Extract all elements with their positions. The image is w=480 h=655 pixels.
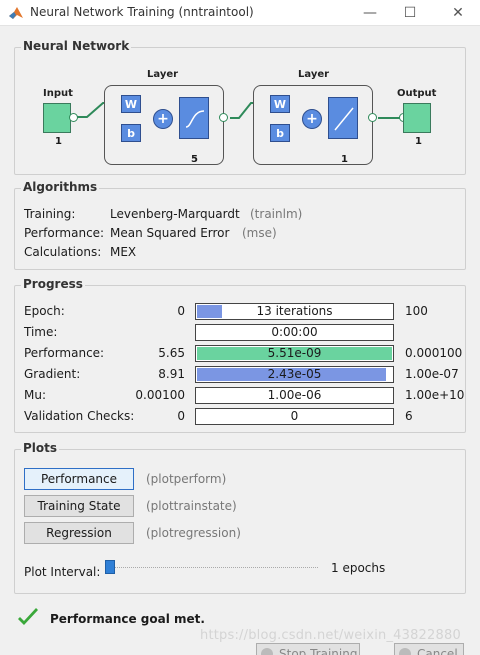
title-bar: Neural Network Training (nntraintool) — …	[0, 0, 480, 26]
status-message: Performance goal met.	[50, 612, 205, 626]
time-progress-bar: 0:00:00	[195, 324, 394, 341]
hidden-layer: W b +	[104, 85, 224, 165]
layer2-output-node	[368, 113, 377, 122]
mu-max: 1.00e+10	[405, 388, 465, 402]
layer2-title: Layer	[298, 69, 330, 80]
validation-progress-text: 0	[290, 409, 299, 423]
check-icon	[18, 608, 38, 625]
input-block	[43, 103, 71, 133]
output-size: 1	[415, 136, 422, 147]
plot-interval-value: 1 epochs	[331, 561, 386, 575]
performance-goal: 0.000100	[405, 346, 463, 360]
tansig-icon	[179, 97, 209, 139]
network-panel: Neural Network Input 1 Layer W b + 5 Lay…	[14, 39, 466, 175]
epoch-start: 0	[177, 304, 185, 318]
validation-progress-bar: 0	[195, 408, 394, 425]
training-label: Training:	[24, 207, 76, 221]
layer1-sum-icon: +	[153, 109, 173, 129]
performance-algo-value: Mean Squared Error	[110, 226, 230, 240]
training-fn: (trainlm)	[250, 207, 303, 221]
epoch-max: 100	[405, 304, 428, 318]
minimize-button[interactable]: —	[348, 0, 392, 26]
time-progress-text: 0:00:00	[271, 325, 318, 339]
performance-algo-label: Performance:	[24, 226, 105, 240]
layer2-weight: W	[270, 95, 290, 113]
validation-max: 6	[405, 409, 413, 423]
performance-progress-bar: 5.51e-09	[195, 345, 394, 362]
performance-algo-fn: (mse)	[242, 226, 277, 240]
time-label: Time:	[24, 325, 58, 339]
cancel-icon	[399, 648, 411, 655]
cancel-button[interactable]: Cancel	[394, 643, 464, 655]
input-size: 1	[55, 136, 62, 147]
plot-interval-label: Plot Interval:	[24, 565, 101, 579]
mu-progress-text: 1.00e-06	[267, 388, 322, 402]
input-node	[69, 113, 78, 122]
regression-plot-button[interactable]: Regression	[24, 522, 134, 544]
layer2-bias: b	[270, 124, 290, 142]
performance-plot-button[interactable]: Performance	[24, 468, 134, 490]
layer1-title: Layer	[147, 69, 179, 80]
training-state-plot-fn: (plottrainstate)	[146, 499, 237, 513]
plot-interval-slider-thumb[interactable]	[105, 560, 115, 574]
plot-interval-slider[interactable]	[108, 567, 318, 571]
output-label: Output	[397, 88, 437, 99]
layer1-size: 5	[191, 154, 198, 165]
purelin-icon	[328, 97, 358, 139]
layer1-weight: W	[121, 95, 141, 113]
matlab-logo-icon	[9, 7, 23, 19]
watermark: https://blog.csdn.net/weixin_43822880	[200, 628, 461, 643]
gradient-min: 1.00e-07	[405, 367, 459, 381]
plots-panel-title: Plots	[21, 441, 60, 455]
layer2-size: 1	[341, 154, 348, 165]
mu-progress-bar: 1.00e-06	[195, 387, 394, 404]
validation-start: 0	[177, 409, 185, 423]
stop-icon	[261, 648, 273, 655]
cancel-label: Cancel	[417, 647, 458, 655]
epoch-progress-text: 13 iterations	[256, 304, 333, 318]
mu-label: Mu:	[24, 388, 47, 402]
regression-plot-fn: (plotregression)	[146, 526, 241, 540]
output-layer: W b +	[253, 85, 373, 165]
calculations-value: MEX	[110, 245, 137, 259]
stop-training-button[interactable]: Stop Training	[256, 643, 360, 655]
algorithms-panel-title: Algorithms	[21, 180, 100, 194]
progress-panel-title: Progress	[21, 277, 85, 291]
calculations-label: Calculations:	[24, 245, 102, 259]
maximize-button[interactable]: ☐	[388, 0, 432, 26]
epoch-progress-bar: 13 iterations	[195, 303, 394, 320]
algorithms-panel: Algorithms Training: Levenberg-Marquardt…	[14, 180, 466, 270]
mu-start: 0.00100	[135, 388, 185, 402]
layer1-output-node	[219, 113, 228, 122]
performance-label: Performance:	[24, 346, 105, 360]
input-label: Input	[43, 88, 73, 99]
epoch-label: Epoch:	[24, 304, 65, 318]
gradient-progress-bar: 2.43e-05	[195, 366, 394, 383]
layer1-bias: b	[121, 124, 141, 142]
gradient-progress-text: 2.43e-05	[267, 367, 322, 381]
performance-plot-fn: (plotperform)	[146, 472, 227, 486]
performance-progress-text: 5.51e-09	[267, 346, 322, 360]
close-button[interactable]: ✕	[436, 0, 480, 26]
gradient-start: 8.91	[158, 367, 185, 381]
training-value: Levenberg-Marquardt	[110, 207, 240, 221]
output-block	[403, 103, 431, 133]
performance-start: 5.65	[158, 346, 185, 360]
layer2-sum-icon: +	[302, 109, 322, 129]
progress-panel: Progress Epoch: 0 13 iterations 100 Time…	[14, 277, 466, 433]
network-wires	[74, 102, 401, 133]
stop-training-label: Stop Training	[279, 647, 358, 655]
gradient-label: Gradient:	[24, 367, 81, 381]
training-state-plot-button[interactable]: Training State	[24, 495, 134, 517]
plots-panel: Plots Performance (plotperform) Training…	[14, 441, 466, 594]
window-title: Neural Network Training (nntraintool)	[30, 5, 254, 19]
